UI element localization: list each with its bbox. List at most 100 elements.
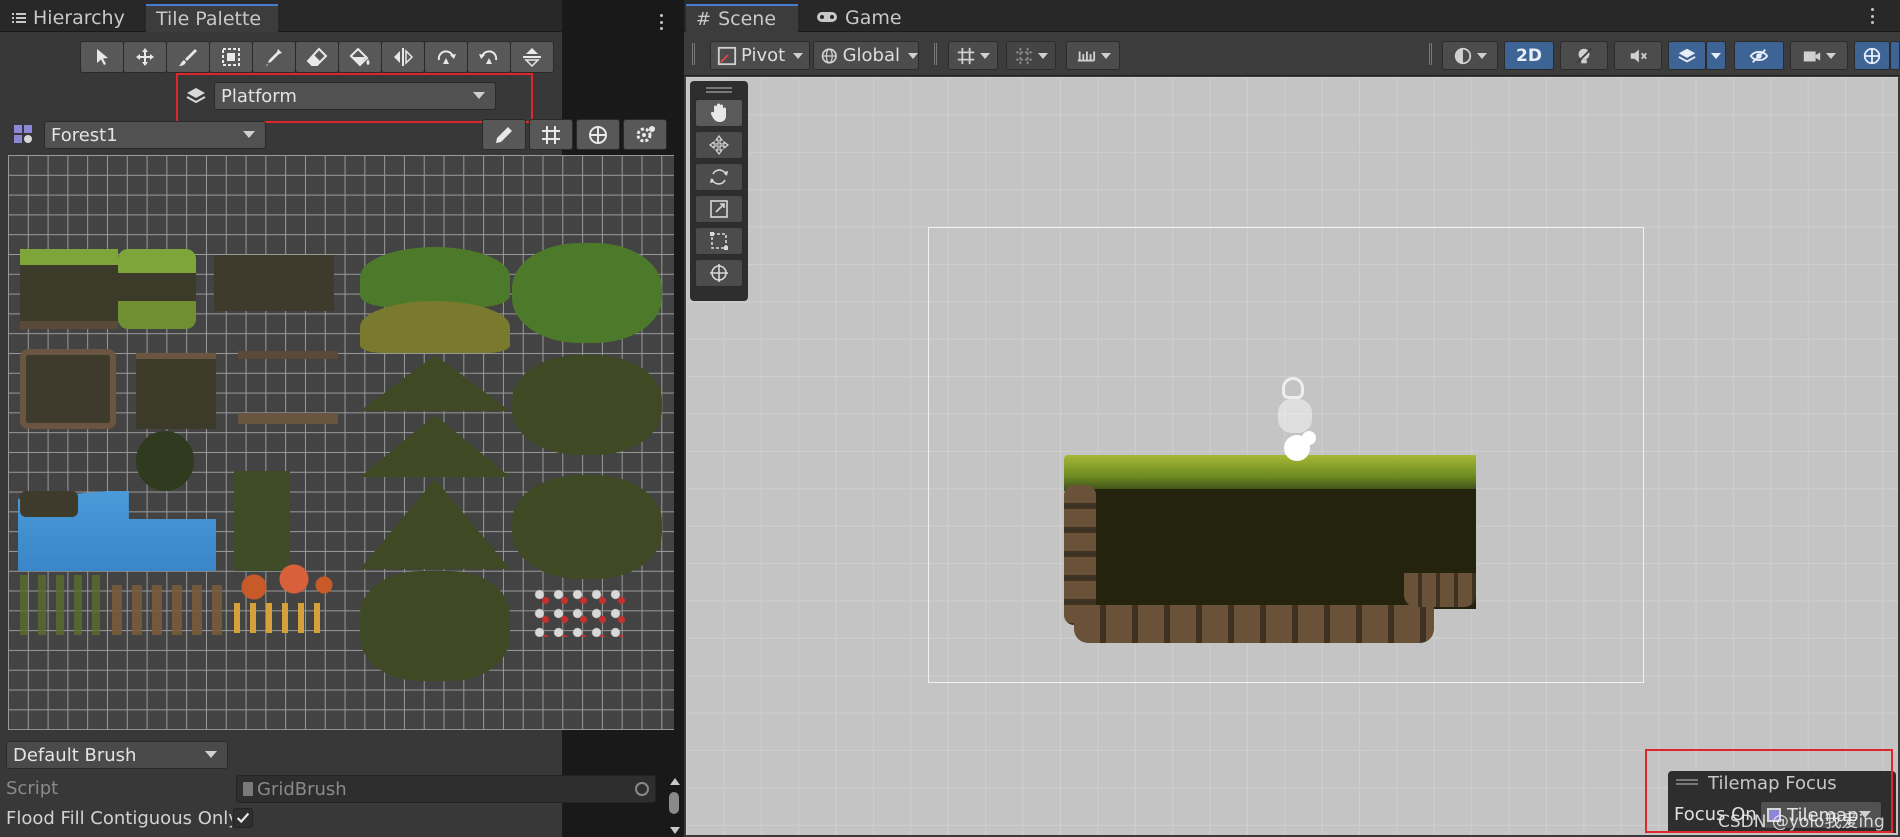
tile-bush-dark-2[interactable]: [512, 355, 662, 455]
scene-more-icon[interactable]: [1866, 6, 1878, 26]
hand-icon: [710, 103, 726, 122]
toolbar-grip[interactable]: [692, 43, 695, 65]
tile-bush-dark-1[interactable]: [360, 355, 510, 411]
scene-window: # Scene Game Pivot Global 2D Tilemap Foc…: [684, 0, 1900, 837]
camera-icon: [1803, 50, 1821, 61]
tile-vine-column[interactable]: [234, 471, 290, 571]
flood-fill-checkbox[interactable]: [233, 808, 253, 828]
active-tilemap-dropdown[interactable]: Platform: [214, 82, 496, 110]
rotate-cw-button[interactable]: [424, 41, 468, 73]
script-field[interactable]: GridBrush: [236, 775, 656, 803]
platform-tilemap[interactable]: [1064, 455, 1476, 647]
select-tool-button[interactable]: [80, 41, 124, 73]
tile-rock-block[interactable]: [20, 349, 116, 429]
palette-dropdown[interactable]: Forest1: [44, 121, 266, 149]
palette-settings-button[interactable]: [623, 119, 667, 150]
camera-dropdown[interactable]: [1790, 41, 1848, 70]
tile-mushrooms[interactable]: [234, 563, 334, 603]
scale-tool-button[interactable]: [695, 195, 743, 223]
rotate-tool-button[interactable]: [695, 163, 743, 191]
tile-rock-edge[interactable]: [20, 491, 78, 517]
tile-bush-round[interactable]: [512, 243, 662, 343]
player-sprite[interactable]: [1272, 377, 1320, 465]
tile-props-plants[interactable]: [20, 575, 110, 635]
active-tilemap-value: Platform: [221, 85, 297, 107]
layers-stack-icon: [1678, 48, 1696, 62]
flood-fill-button[interactable]: [338, 41, 382, 73]
gizmos-toggle[interactable]: [1854, 41, 1890, 70]
tile-bush-dark-5[interactable]: [512, 475, 662, 579]
picker-icon: [266, 49, 282, 66]
pivot-dropdown[interactable]: Pivot: [710, 41, 810, 70]
increment-snap-button[interactable]: [1006, 41, 1056, 70]
global-chevron-icon: [908, 52, 918, 59]
lighting-toggle[interactable]: [1560, 41, 1608, 70]
rect-tool-button[interactable]: [695, 227, 743, 255]
global-dropdown[interactable]: Global: [813, 41, 919, 70]
chevron-down-icon: [473, 92, 485, 99]
eraser-button[interactable]: [295, 41, 339, 73]
toolbar-separator: [934, 43, 937, 65]
effects-dropdown[interactable]: [1706, 41, 1726, 70]
gizmo-button[interactable]: [576, 119, 620, 150]
tile-props-pots[interactable]: [112, 585, 222, 635]
tile-bush-green[interactable]: [360, 247, 510, 307]
flip-y-button[interactable]: [510, 41, 554, 73]
grid-toggle-button[interactable]: [529, 119, 573, 150]
visibility-toggle[interactable]: [1734, 41, 1784, 70]
effects-toggle[interactable]: [1668, 41, 1706, 70]
tile-rock-chunk[interactable]: [136, 353, 216, 429]
tile-dirt-block[interactable]: [214, 255, 334, 311]
grid-toggle-icon: [542, 125, 560, 144]
inspector-scrollbar[interactable]: [668, 778, 680, 834]
audio-toggle[interactable]: [1614, 41, 1662, 70]
tab-hierarchy[interactable]: Hierarchy: [2, 4, 135, 32]
tile-potions[interactable]: [530, 585, 626, 637]
tile-bush-dark-3[interactable]: [360, 415, 510, 477]
gizmos-icon: [1863, 47, 1881, 64]
shading-mode-dropdown[interactable]: [1442, 41, 1498, 70]
eraser-icon: [306, 47, 328, 66]
tile-palette-more-icon[interactable]: [655, 12, 667, 32]
gizmos-dropdown[interactable]: [1890, 41, 1900, 70]
tile-grass-block[interactable]: [20, 249, 118, 329]
tab-tile-palette[interactable]: Tile Palette: [146, 4, 278, 32]
move-tool-icon: [136, 48, 154, 66]
tab-scene[interactable]: # Scene: [686, 4, 798, 32]
tile-small-bush[interactable]: [136, 431, 194, 491]
mode-2d-toggle[interactable]: 2D: [1504, 41, 1554, 70]
tile-bush-yellow[interactable]: [360, 301, 510, 353]
tilemap-focus-grip[interactable]: [1676, 779, 1698, 785]
scene-viewport[interactable]: Tilemap Focus Focus On Tilemap CSDN @yol…: [686, 77, 1898, 835]
ruler-snap-button[interactable]: [1066, 41, 1120, 70]
hand-tool-button[interactable]: [695, 99, 743, 127]
toolbar-separator-right: [1429, 43, 1432, 65]
pivot-chevron-icon: [793, 52, 804, 59]
tab-game[interactable]: Game: [806, 4, 912, 32]
box-fill-button[interactable]: [209, 41, 253, 73]
transform-tool-button[interactable]: [695, 259, 743, 287]
grid-snap-button[interactable]: [948, 41, 998, 70]
edit-pencil-icon: [496, 126, 512, 143]
palette-settings-icon: [636, 125, 655, 142]
tile-props-items[interactable]: [234, 603, 324, 633]
brush-dropdown[interactable]: Default Brush: [6, 741, 228, 769]
object-picker-icon[interactable]: [635, 782, 649, 796]
edit-palette-button[interactable]: [482, 119, 526, 150]
paint-brush-button[interactable]: [166, 41, 210, 73]
rotate-ccw-button[interactable]: [467, 41, 511, 73]
tile-bridge[interactable]: [238, 351, 338, 431]
tile-palette-grid[interactable]: [8, 155, 674, 730]
overlay-grip[interactable]: [706, 87, 732, 93]
tile-bush-dark-4[interactable]: [360, 479, 510, 569]
flip-x-button[interactable]: [381, 41, 425, 73]
move-tool-button[interactable]: [123, 41, 167, 73]
move-tool-overlay-button[interactable]: [695, 131, 743, 159]
tile-grass-chunk[interactable]: [118, 249, 196, 329]
picker-button[interactable]: [252, 41, 296, 73]
tile-bush-dark-6[interactable]: [360, 571, 510, 681]
tile-palette-window: Hierarchy Tile Palette Platform Forest1: [0, 0, 680, 837]
flood-fill-label: Flood Fill Contiguous Only: [6, 808, 232, 829]
audio-mute-icon: [1630, 49, 1647, 62]
ruler-icon: [1077, 50, 1096, 61]
